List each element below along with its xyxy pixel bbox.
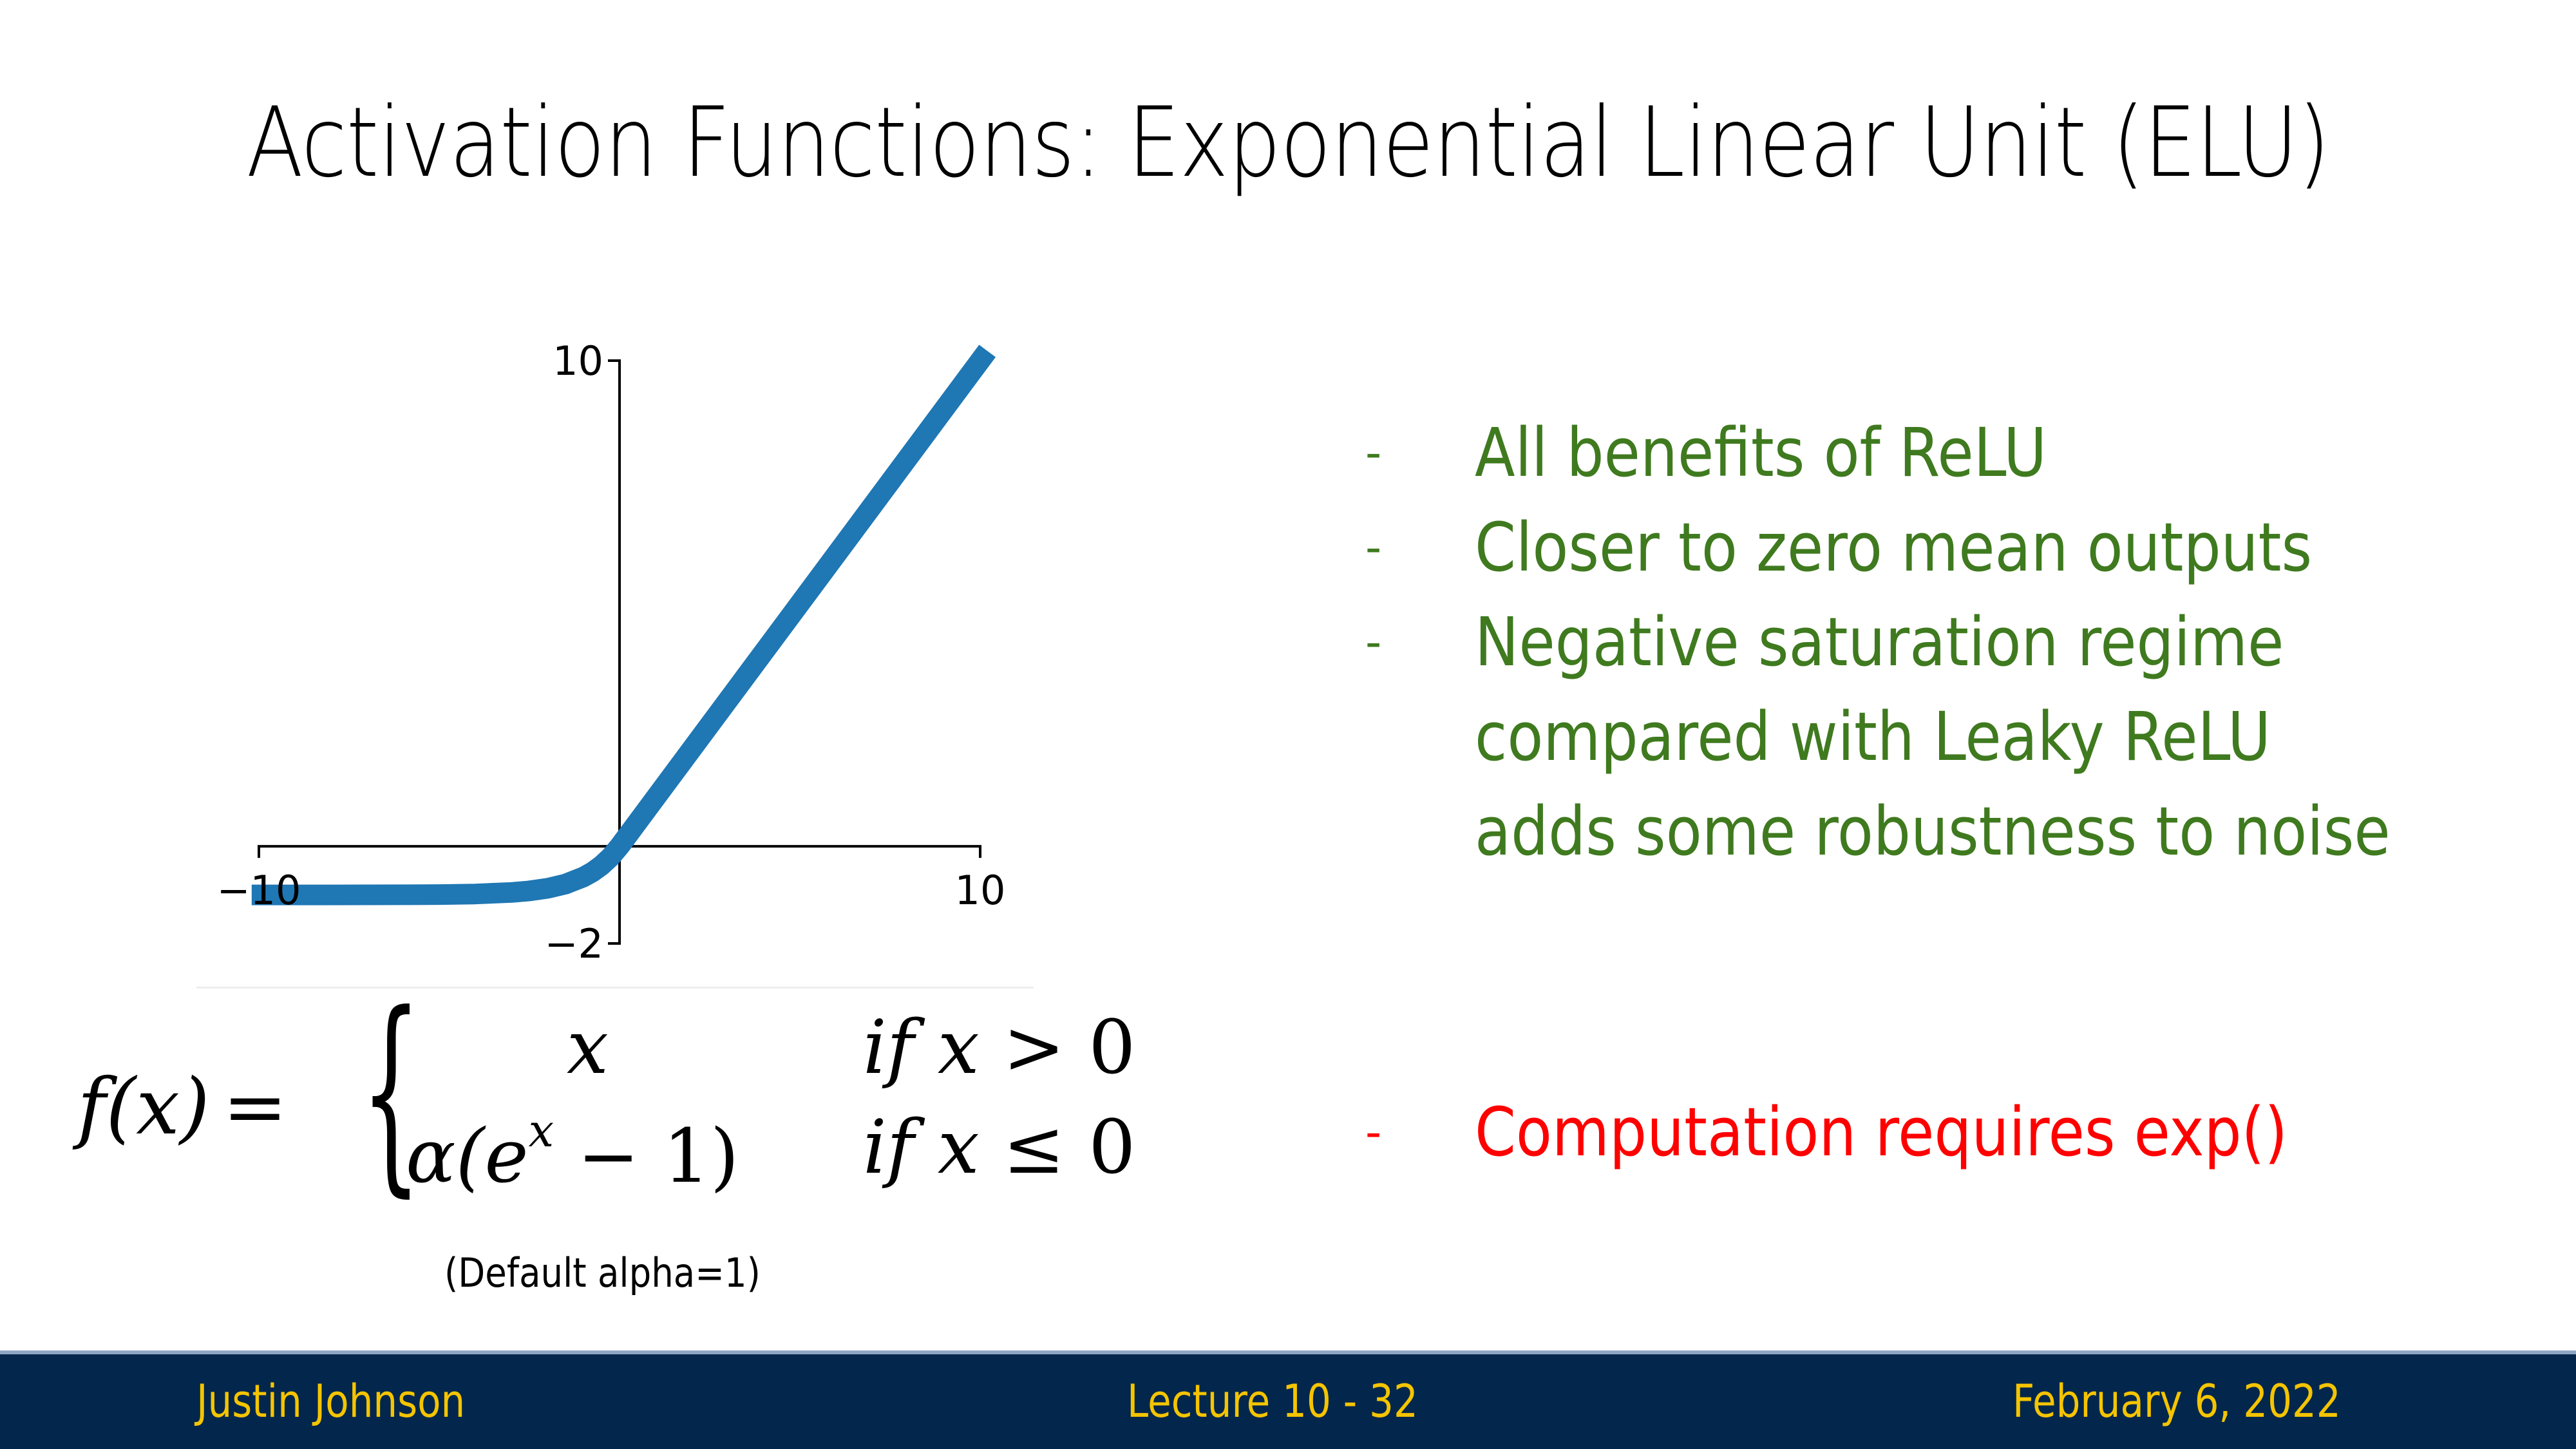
x-tick-label: −10 — [217, 867, 301, 914]
case2-op: ≤ — [1003, 1104, 1065, 1191]
chart-tick-labels: −10 10 −2 10 — [217, 337, 1006, 967]
y-tick-label: −2 — [545, 920, 603, 967]
bullet-dash-icon: - — [1365, 1106, 1382, 1159]
default-alpha-note: (Default alpha=1) — [444, 1249, 761, 1296]
case2-value: α(ex − 1) — [406, 1104, 739, 1200]
bullet-text: adds some robustness to noise — [1475, 792, 2391, 871]
formula-function: f(x) — [77, 1063, 210, 1152]
bullet-text: All benefits of ReLU — [1475, 413, 2047, 492]
formula-divider — [196, 987, 1034, 989]
case2-var: x — [937, 1104, 980, 1191]
bullet-dash-icon: - — [1365, 426, 1382, 479]
case2-condition: if x ≤ 0 — [863, 1104, 1135, 1191]
formula-lhs: f(x) = — [77, 1063, 287, 1152]
formula-equals: = — [222, 1063, 288, 1152]
bullet-text: compared with Leaky ReLU — [1475, 697, 2271, 776]
case1-op: > — [1003, 1005, 1065, 1091]
case1-if: if — [863, 1005, 914, 1091]
y-tick-label: 10 — [553, 337, 603, 384]
footer-date: February 6, 2022 — [2012, 1375, 2341, 1428]
bullet-dash-icon: - — [1365, 616, 1382, 668]
case2-if: if — [863, 1104, 914, 1191]
bullet-text: Computation requires exp() — [1475, 1093, 2288, 1171]
case2-exponent: x — [528, 1104, 554, 1157]
footer-lecture: Lecture 10 - 32 — [1127, 1375, 1418, 1428]
case1-condition: if x > 0 — [863, 1005, 1135, 1091]
case1-var: x — [937, 1005, 980, 1091]
case1-value: x — [567, 1005, 609, 1091]
case1-num: 0 — [1088, 1005, 1136, 1091]
case2-num: 0 — [1088, 1104, 1136, 1191]
x-tick-label: 10 — [955, 867, 1006, 914]
bullet-dash-icon: - — [1365, 521, 1382, 574]
case2-rest: − 1) — [554, 1113, 739, 1200]
case2-alpha-e: α(e — [406, 1113, 529, 1200]
bullet-text: Negative saturation regime — [1475, 603, 2284, 681]
elu-formula: f(x) = { x if x > 0 α(ex − 1) if x ≤ 0 — [77, 985, 1172, 1224]
footer-author: Justin Johnson — [196, 1375, 466, 1428]
slide-footer: Justin Johnson Lecture 10 - 32 February … — [0, 1350, 2576, 1449]
bullet-text: Closer to zero mean outputs — [1475, 508, 2313, 587]
